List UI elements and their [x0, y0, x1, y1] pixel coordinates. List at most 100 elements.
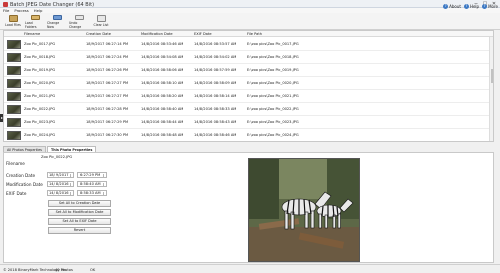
help-label: Help: [469, 4, 480, 9]
creation-date-picker[interactable]: 18/ 9/2017: [47, 172, 74, 178]
help-link[interactable]: ? Help: [463, 4, 480, 9]
creation-time-picker[interactable]: 6:27:29 PM: [77, 172, 107, 178]
cell-creation-date: 18/9/2017 06:27:26 PM: [86, 68, 129, 72]
modification-time-value: 8:58:40 AM: [80, 182, 101, 186]
clear-list-button[interactable]: Clear List: [91, 14, 111, 29]
cell-creation-date: 18/9/2017 06:27:24 PM: [86, 55, 129, 59]
exif-date-label: EXIF Date: [6, 191, 27, 196]
cell-file-path: E:\zoo pics\Zoo Pic_0024.JPG: [247, 133, 299, 137]
cell-creation-date: 18/9/2017 06:27:29 PM: [86, 120, 129, 124]
cell-file-path: E:\zoo pics\Zoo Pic_0017.JPG: [247, 42, 299, 46]
spinner-icon[interactable]: [103, 182, 106, 187]
cell-exif-date: 14/8/2016 08:57:59 AM: [194, 68, 237, 72]
table-row[interactable]: Zoo Pic_0024.JPG 18/9/2017 06:27:30 PM 1…: [4, 129, 493, 141]
set-all-creation-button[interactable]: Set All to Creation Date: [48, 200, 111, 207]
help-icon: ?: [463, 4, 469, 9]
cell-modification-date: 14/8/2016 08:58:20 AM: [141, 94, 184, 98]
cell-filename: Zoo Pic_0023.JPG: [24, 120, 56, 124]
modification-date-value: 14/ 8/2016: [49, 182, 69, 186]
modification-time-picker[interactable]: 8:58:40 AM: [77, 181, 107, 187]
calendar-icon: [52, 15, 62, 20]
spinner-icon[interactable]: [103, 191, 106, 196]
cell-creation-date: 18/9/2017 06:27:28 PM: [86, 107, 129, 111]
load-files-button[interactable]: Load Files: [3, 14, 23, 29]
cell-file-path: E:\zoo pics\Zoo Pic_0020.JPG: [247, 81, 299, 85]
cell-filename: Zoo Pic_0019.JPG: [24, 68, 56, 72]
column-exif-date[interactable]: EXIF Date: [194, 32, 212, 36]
toolbar: Load Files Load Folders Change Now Undo …: [0, 13, 500, 30]
column-creation-date[interactable]: Creation Date: [86, 32, 111, 36]
set-all-modification-button[interactable]: Set All to Modification Date: [48, 209, 111, 216]
cell-creation-date: 18/9/2017 06:27:27 PM: [86, 94, 129, 98]
selected-filename: Zoo Pic_0022.JPG: [41, 155, 73, 159]
creation-time-value: 6:27:29 PM: [80, 173, 101, 177]
cell-file-path: E:\zoo pics\Zoo Pic_0021.JPG: [247, 94, 299, 98]
set-all-exif-button[interactable]: Set All to EXIF Date: [48, 218, 111, 225]
photo-preview: [248, 158, 360, 262]
filename-label: Filename: [6, 161, 25, 166]
table-row[interactable]: Zoo Pic_0022.JPG 18/9/2017 06:27:28 PM 1…: [4, 103, 493, 116]
cell-modification-date: 14/8/2016 08:58:48 AM: [141, 133, 184, 137]
cell-modification-date: 14/8/2016 08:58:10 AM: [141, 81, 184, 85]
photo-thumbnail: [7, 117, 21, 127]
properties-panel: Zoo Pic_0022.JPG Filename Creation Date …: [3, 152, 494, 263]
about-link[interactable]: ? About: [443, 4, 461, 9]
calendar-dropdown-icon[interactable]: [70, 183, 73, 186]
load-folders-label: Load Folders: [25, 21, 37, 29]
photo-thumbnail: [7, 104, 21, 114]
grid-header: Filename Creation Date Modification Date…: [4, 31, 493, 37]
zebra-photo: [249, 159, 359, 261]
table-row[interactable]: Zoo Pic_0023.JPG 18/9/2017 06:27:29 PM 1…: [4, 116, 493, 129]
scrollbar-thumb[interactable]: [490, 69, 493, 83]
cell-creation-date: 18/9/2017 06:27:14 PM: [86, 42, 129, 46]
photo-thumbnail: [7, 39, 21, 49]
column-file-path[interactable]: File Path: [247, 32, 262, 36]
table-row[interactable]: Zoo Pic_0020.JPG 18/9/2017 06:27:27 PM 1…: [4, 77, 493, 90]
cell-file-path: E:\zoo pics\Zoo Pic_0018.JPG: [247, 55, 299, 59]
window-title: Batch JPEG Date Changer (64 Bit): [10, 1, 95, 8]
undo-icon: [74, 15, 84, 20]
spinner-icon[interactable]: [103, 173, 106, 178]
table-row[interactable]: Zoo Pic_0021.JPG 18/9/2017 06:27:27 PM 1…: [4, 90, 493, 103]
column-modification-date[interactable]: Modification Date: [141, 32, 173, 36]
cell-exif-date: 14/8/2016 08:58:14 AM: [194, 94, 237, 98]
cell-creation-date: 18/9/2017 06:27:27 PM: [86, 81, 129, 85]
cell-filename: Zoo Pic_0020.JPG: [24, 81, 56, 85]
exif-time-picker[interactable]: 8:58:33 AM: [77, 190, 107, 196]
cell-exif-date: 14/8/2016 08:58:43 AM: [194, 120, 237, 124]
photo-grid[interactable]: Filename Creation Date Modification Date…: [3, 30, 494, 142]
change-now-button[interactable]: Change Now: [47, 14, 67, 29]
table-row[interactable]: Zoo Pic_0017.JPG 18/9/2017 06:27:14 PM 1…: [4, 38, 493, 51]
undo-change-button[interactable]: Undo Change: [69, 14, 89, 29]
clear-list-label: Clear List: [93, 23, 109, 27]
cell-file-path: E:\zoo pics\Zoo Pic_0023.JPG: [247, 120, 299, 124]
exif-date-value: 14/ 8/2016: [49, 191, 69, 195]
more-link[interactable]: ? More: [482, 4, 498, 9]
panel-collapse-handle[interactable]: [0, 114, 3, 122]
cell-modification-date: 14/8/2016 08:54:08 AM: [141, 55, 184, 59]
status-bar: © 2018 BinaryMark Technology Inc. 40 Pho…: [0, 264, 500, 273]
calendar-dropdown-icon[interactable]: [70, 174, 73, 177]
photo-thumbnail: [7, 52, 21, 62]
calendar-dropdown-icon[interactable]: [70, 192, 73, 195]
column-filename[interactable]: Filename: [24, 32, 40, 36]
table-row[interactable]: Zoo Pic_0019.JPG 18/9/2017 06:27:26 PM 1…: [4, 64, 493, 77]
cell-creation-date: 18/9/2017 06:27:30 PM: [86, 133, 129, 137]
revert-button[interactable]: Revert: [48, 227, 111, 234]
load-folders-button[interactable]: Load Folders: [25, 14, 45, 29]
cell-exif-date: 14/8/2016 08:58:09 AM: [194, 81, 237, 85]
modification-date-picker[interactable]: 14/ 8/2016: [47, 181, 74, 187]
app-icon: [3, 1, 8, 7]
cell-filename: Zoo Pic_0022.JPG: [24, 107, 56, 111]
cell-exif-date: 14/8/2016 08:58:33 AM: [194, 107, 237, 111]
table-row[interactable]: Zoo Pic_0018.JPG 18/9/2017 06:27:24 PM 1…: [4, 51, 493, 64]
modification-date-label: Modification Date: [6, 182, 43, 187]
cell-filename: Zoo Pic_0018.JPG: [24, 55, 56, 59]
cell-file-path: E:\zoo pics\Zoo Pic_0019.JPG: [247, 68, 299, 72]
help-icon: ?: [482, 4, 488, 9]
exif-date-picker[interactable]: 14/ 8/2016: [47, 190, 74, 196]
more-label: More: [488, 4, 498, 9]
help-icon: ?: [443, 4, 449, 9]
undo-change-label: Undo Change: [69, 21, 82, 29]
vertical-scrollbar[interactable]: [489, 37, 493, 141]
